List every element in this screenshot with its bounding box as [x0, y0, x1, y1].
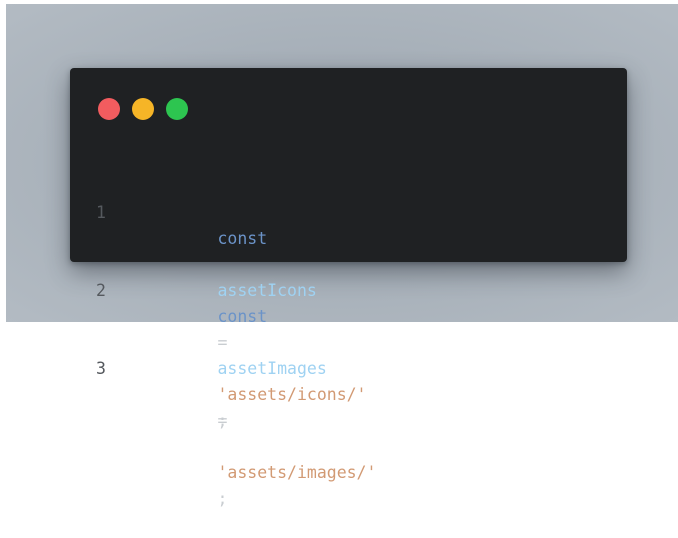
operator-token: = [217, 411, 228, 430]
string-token: 'assets/icons/' [217, 385, 367, 404]
line-number: 1 [96, 203, 106, 222]
code-line: 2 const assetImages = 'assets/images/' ; [96, 278, 376, 508]
close-button[interactable] [98, 98, 120, 120]
keyword-token: const [217, 229, 268, 248]
code-line: 1 const assetIcons = 'assets/icons/' ; [96, 200, 376, 430]
minimize-button[interactable] [132, 98, 154, 120]
window-controls [98, 98, 188, 120]
identifier-token: assetImages [217, 359, 327, 378]
line-number: 2 [96, 281, 106, 300]
code-editor[interactable]: 1 const assetIcons = 'assets/icons/' ; 2… [96, 148, 376, 508]
keyword-token: const [217, 307, 268, 326]
maximize-button[interactable] [166, 98, 188, 120]
string-token: 'assets/images/' [217, 463, 377, 482]
code-window: 1 const assetIcons = 'assets/icons/' ; 2… [70, 68, 627, 508]
line-number: 3 [96, 359, 106, 378]
semicolon-token: ; [217, 489, 228, 508]
